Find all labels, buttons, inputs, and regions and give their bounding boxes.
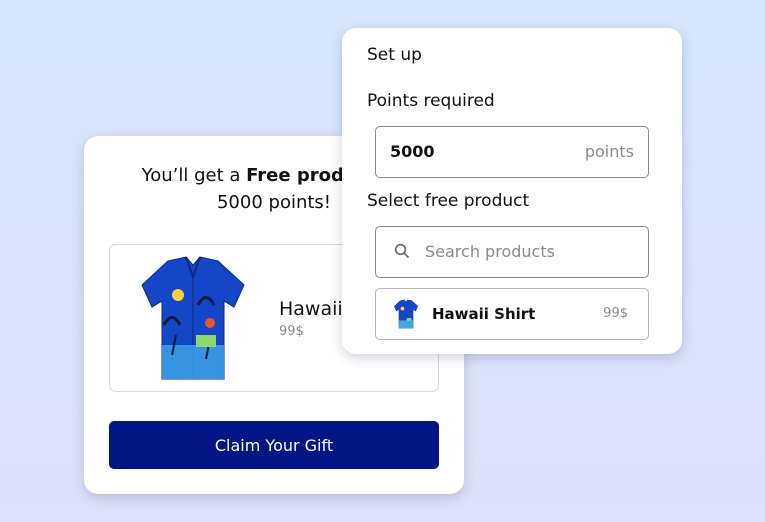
search-placeholder: Search products xyxy=(425,242,555,261)
claim-gift-button[interactable]: Claim Your Gift xyxy=(109,421,439,469)
offer-points: 5000 points! xyxy=(216,192,332,213)
select-product-label: Select free product xyxy=(367,191,530,211)
option-product-name: Hawaii Shirt xyxy=(432,305,536,323)
offer-prefix: You’ll get a xyxy=(141,165,247,186)
search-products-input[interactable]: Search products xyxy=(375,226,649,278)
setup-panel: Set up Points required 5000 points Selec… xyxy=(342,28,682,354)
option-product-price: 99$ xyxy=(603,306,628,321)
points-unit: points xyxy=(584,142,634,161)
shirt-thumbnail xyxy=(393,299,419,329)
search-icon xyxy=(394,243,409,258)
points-value: 5000 xyxy=(390,142,435,161)
product-option[interactable]: Hawaii Shirt 99$ xyxy=(375,288,649,340)
product-price: 99$ xyxy=(279,324,304,339)
points-input[interactable]: 5000 points xyxy=(375,126,649,178)
setup-title: Set up xyxy=(367,45,422,65)
shirt-image xyxy=(141,256,245,380)
points-required-label: Points required xyxy=(367,91,495,111)
